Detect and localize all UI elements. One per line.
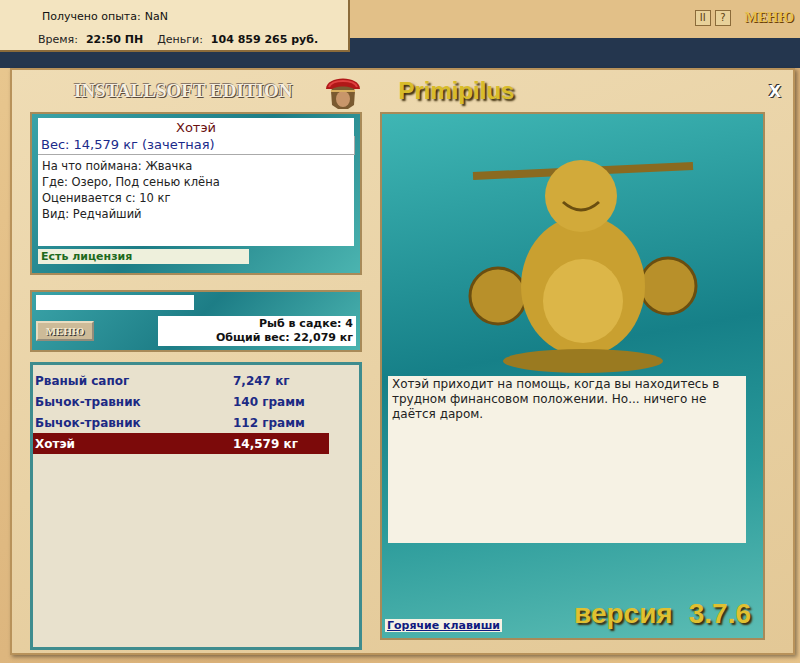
- experience-line: Получено опыта: NaN: [38, 10, 348, 23]
- fish-row[interactable]: Бычок-травник140 грамм: [33, 391, 329, 412]
- fish-details: На что поймана: ЖвачкаГде: Озеро, Под се…: [38, 155, 354, 246]
- catch-card: ХотэйВес: 14,579 кг (зачетная)На что пой…: [38, 118, 354, 246]
- keepnet-total: Общий вес: 22,079 кг: [161, 331, 353, 345]
- top-menu-button[interactable]: МЕНЮ: [745, 10, 794, 26]
- keepnet-info: Рыб в садке: 4Общий вес: 22,079 кг: [158, 316, 356, 346]
- fish-name: Хотэй: [38, 118, 354, 136]
- fish-picture: [382, 114, 763, 376]
- fish-row-weight: 112 грамм: [233, 416, 305, 430]
- logo: INSTALLSOFT EDITION: [74, 80, 292, 102]
- fish-row[interactable]: Рваный сапог7,247 кг: [33, 370, 329, 391]
- fish-row-name: Бычок-травник: [33, 416, 233, 430]
- version: версия 3.7.6: [574, 598, 751, 630]
- close-button[interactable]: X: [765, 82, 785, 101]
- empty-field: [36, 295, 194, 310]
- pause-button[interactable]: II: [695, 10, 711, 26]
- fish-row-weight: 14,579 кг: [233, 437, 298, 451]
- catch-info-panel: ХотэйВес: 14,579 кг (зачетная)На что пой…: [30, 112, 362, 275]
- time-label: Время:: [38, 33, 78, 46]
- money-label: Деньги:: [157, 33, 203, 46]
- hotei-statue-icon: [463, 136, 703, 376]
- window-body: ХотэйВес: 14,579 кг (зачетная)На что пой…: [12, 112, 793, 650]
- left-column: ХотэйВес: 14,579 кг (зачетная)На что пой…: [30, 112, 362, 650]
- fish-row-weight: 7,247 кг: [233, 374, 290, 388]
- toolbar: II? МЕНЮ: [695, 0, 800, 68]
- detail-line: Где: Озеро, Под сенью клёна: [42, 174, 350, 190]
- fish-row-name: Хотэй: [33, 437, 233, 451]
- keepnet-count: Рыб в садке: 4: [161, 317, 353, 331]
- status-panel: Получено опыта: NaN Время: 22:50 ПН Деньги: 1…: [0, 0, 350, 52]
- window-title: Primipilus: [398, 77, 514, 105]
- roman-helmet-icon: [320, 69, 366, 113]
- time-value: 22:50 ПН: [86, 33, 143, 46]
- money-value: 104 859 265 руб.: [211, 33, 318, 46]
- fish-row-weight: 140 грамм: [233, 395, 305, 409]
- experience-value: NaN: [145, 10, 168, 23]
- fish-row-name: Бычок-травник: [33, 395, 233, 409]
- hotkeys-link[interactable]: Горячие клавиши: [385, 619, 502, 632]
- catch-window: INSTALLSOFT EDITIONPrimipilusXХотэйВес: …: [10, 68, 795, 655]
- fish-description: Хотэй приходит на помощь, когда вы наход…: [388, 376, 746, 543]
- menu-button[interactable]: МЕНЮ: [36, 321, 94, 341]
- version-number: 3.7.6: [689, 598, 751, 629]
- time-money-line: Время: 22:50 ПН Деньги: 104 859 265 руб.: [38, 33, 348, 46]
- keepnet-panel: МЕНЮ Рыб в садке: 4Общий вес: 22,079 кг: [30, 290, 362, 352]
- license-status: Есть лицензия: [38, 249, 249, 264]
- detail-line: На что поймана: Жвачка: [42, 158, 350, 174]
- fish-list: Рваный сапог7,247 кгБычок-травник140 гра…: [30, 362, 362, 650]
- version-label: версия: [574, 598, 673, 629]
- detail-line: Оценивается с: 10 кг: [42, 190, 350, 206]
- fish-weight: Вес: 14,579 кг (зачетная): [38, 136, 355, 155]
- window-header: INSTALLSOFT EDITION Primipilus X: [12, 70, 793, 112]
- detail-line: Вид: Редчайший: [42, 206, 350, 222]
- fish-row[interactable]: Бычок-травник112 грамм: [33, 412, 329, 433]
- experience-label: Получено опыта:: [42, 10, 141, 23]
- game-screen: Получено опыта: NaN Время: 22:50 ПН Деньги: 1…: [0, 0, 800, 663]
- fish-picture-panel: Хотэй приходит на помощь, когда вы наход…: [380, 112, 765, 640]
- fish-row-name: Рваный сапог: [33, 374, 233, 388]
- fish-row[interactable]: Хотэй14,579 кг: [33, 433, 329, 454]
- help-button[interactable]: ?: [715, 10, 731, 26]
- top-area: Получено опыта: NaN Время: 22:50 ПН Деньги: 1…: [0, 0, 800, 68]
